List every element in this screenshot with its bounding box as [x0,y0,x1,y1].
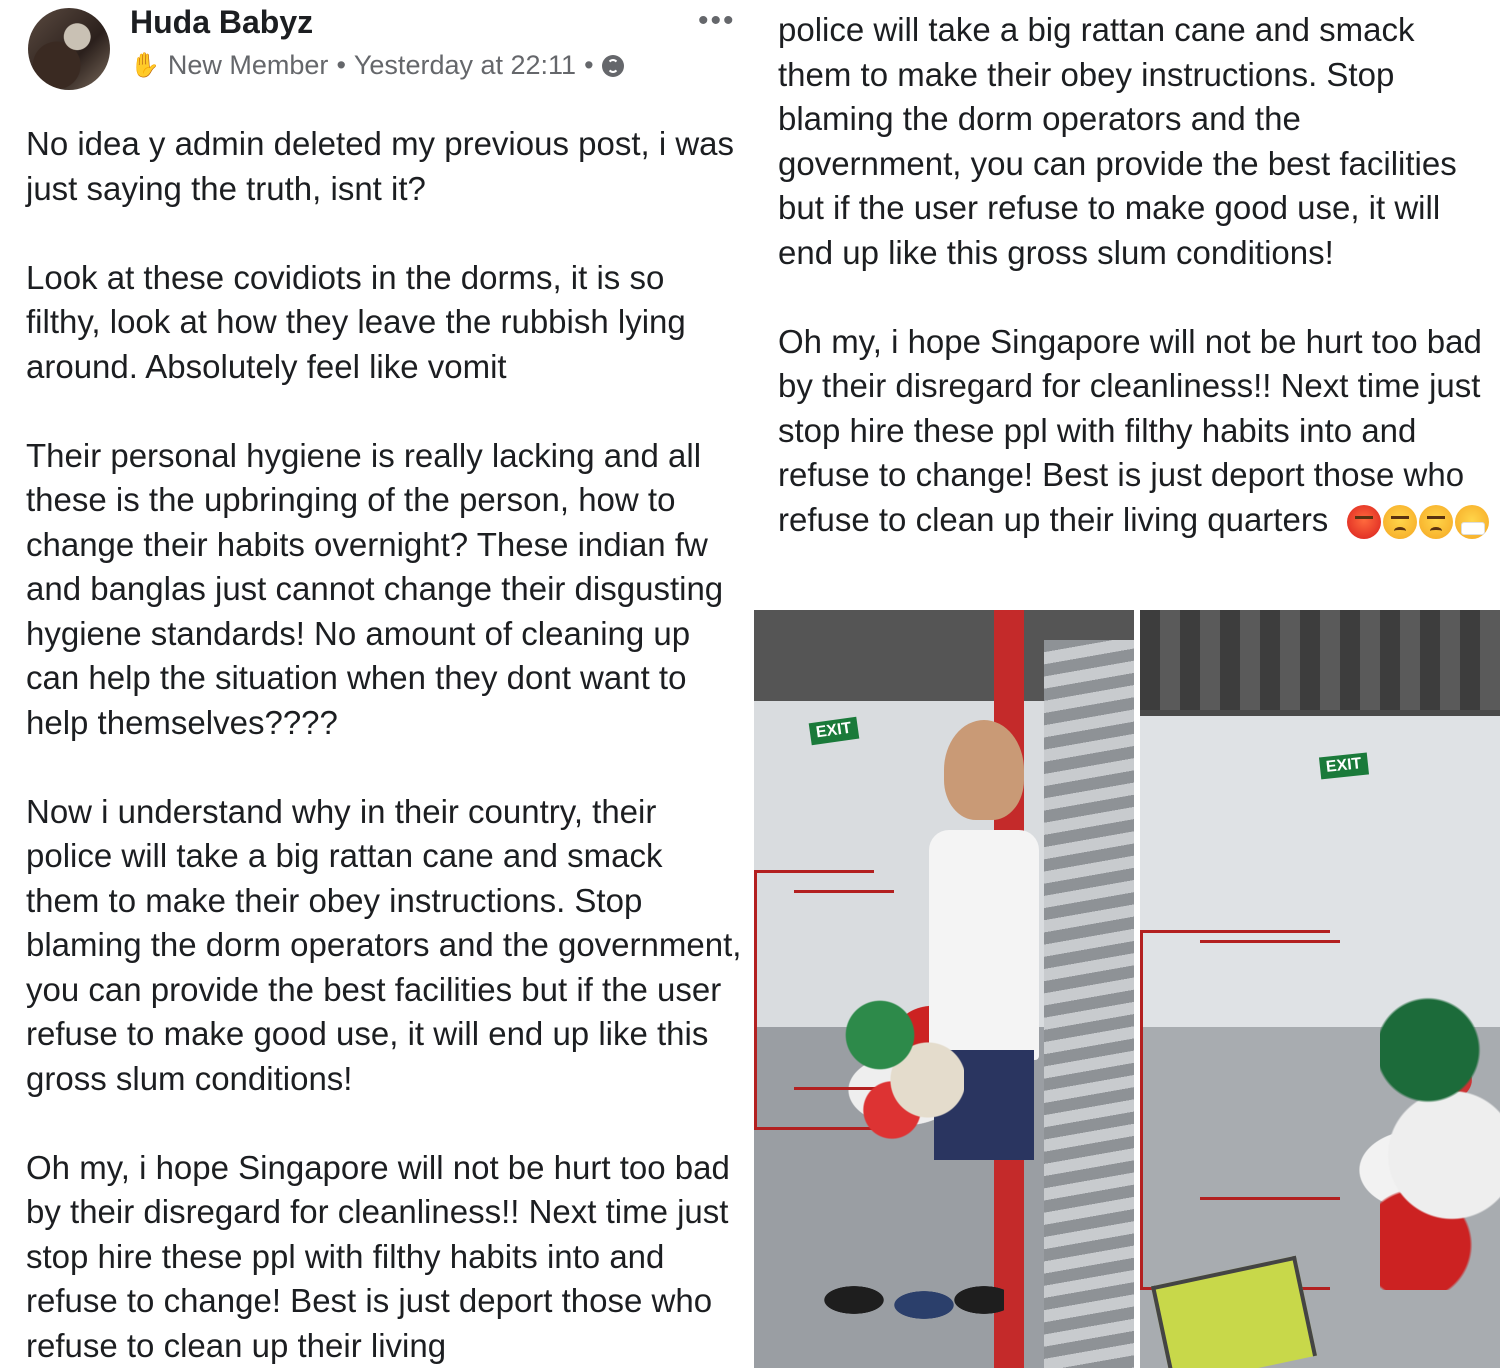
post-paragraph: Oh my, i hope Singapore will not be hurt… [26,1148,730,1364]
member-badge[interactable]: New Member [168,50,329,81]
post-paragraph: Their personal hygiene is really lacking… [26,436,724,741]
attached-photos: EXIT EXIT [752,610,1500,1368]
post-paragraph: Now i understand why in their country, t… [26,792,742,1097]
post-body: No idea y admin deleted my previous post… [26,122,744,1368]
angry-face-icon [1383,504,1418,539]
meta-separator: • [336,50,346,80]
door-shutter [1044,640,1134,1368]
meta-separator-2: • [584,50,594,80]
exit-sign: EXIT [808,716,859,746]
angry-face-icon [1419,504,1454,539]
right-screenshot-panel: police will take a big rattan cane and s… [752,0,1500,1368]
post-author-name[interactable]: Huda Babyz [130,4,313,41]
post-timestamp[interactable]: Yesterday at 22:11 [354,50,576,81]
wave-hand-icon: ✋ [130,52,160,79]
left-screenshot-panel: Huda Babyz ✋ New Member • Yesterday at 2… [0,0,752,1368]
post-paragraph-end: quarters [1207,500,1329,538]
photo-dorm-corridor-2[interactable]: EXIT [1140,610,1500,1368]
post-paragraph: No idea y admin deleted my previous post… [26,125,735,207]
photo-dorm-corridor-1[interactable]: EXIT [754,610,1134,1368]
railing [1200,940,1340,1200]
rubbish-pile [844,990,964,1140]
mask-face-icon [1455,504,1490,539]
post-paragraph: police will take a big rattan cane and s… [778,11,1457,271]
cursing-face-icon [1347,504,1382,539]
rubbish-pile [1380,990,1500,1290]
avatar[interactable] [28,8,110,90]
post-body-continued: police will take a big rattan cane and s… [778,8,1490,542]
post-paragraph: Look at these covidiots in the dorms, it… [26,258,686,385]
post-paragraph-last: Oh my, i hope Singapore will not be hurt… [778,320,1490,543]
exit-sign: EXIT [1318,752,1369,780]
post-meta: ✋ New Member • Yesterday at 22:11 • [130,50,624,81]
globe-icon[interactable] [601,54,624,77]
emoji-group [1347,504,1490,539]
ceiling-beams [1140,610,1500,710]
person-figure [944,720,1024,820]
more-options-icon[interactable]: ••• [698,4,736,38]
slippers [824,1270,1004,1330]
